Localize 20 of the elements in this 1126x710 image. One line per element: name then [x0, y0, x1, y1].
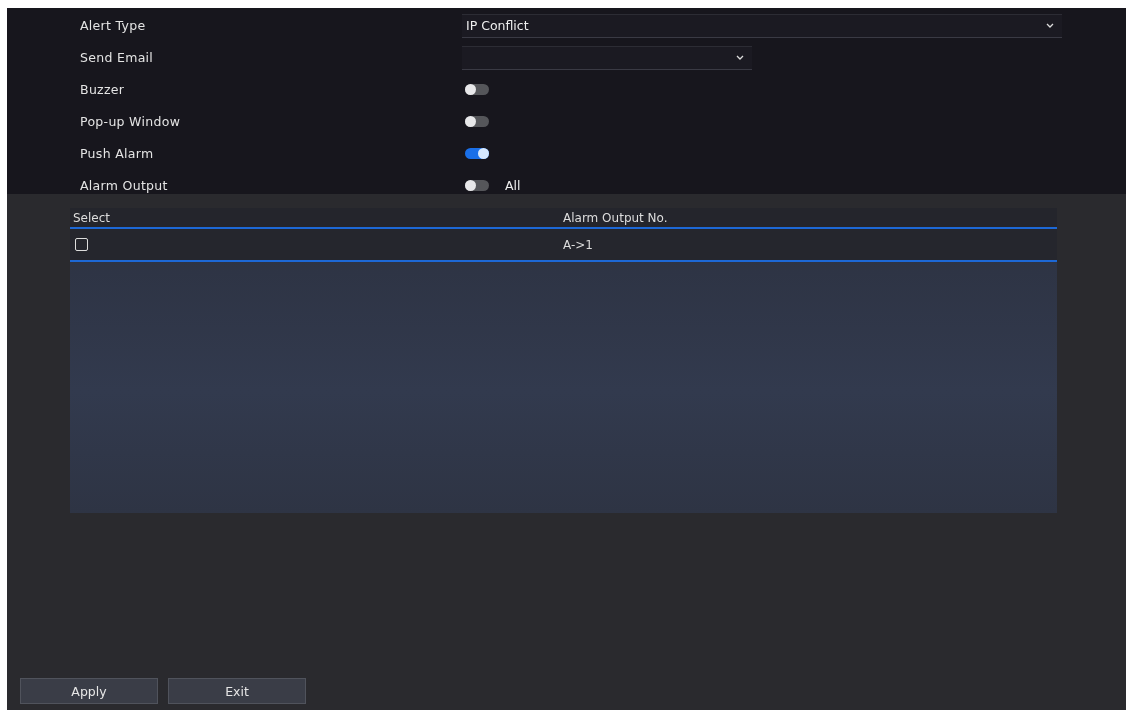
- column-header: Select: [73, 210, 112, 225]
- field-label: Send Email: [79, 50, 155, 65]
- action-button[interactable]: Apply: [20, 678, 158, 704]
- checkbox[interactable]: [75, 238, 88, 251]
- chevron-down-icon: [736, 55, 744, 60]
- field-label: Alarm Output: [79, 178, 169, 193]
- toggle-switch[interactable]: [465, 180, 489, 191]
- action-button[interactable]: Exit: [168, 678, 306, 704]
- toggle-switch[interactable]: [465, 84, 489, 95]
- field-label: Alert Type: [79, 18, 147, 33]
- table-cell-text: A->1: [563, 237, 594, 252]
- dropdown[interactable]: IP Conflict: [462, 13, 1062, 38]
- field-label: Pop-up Window: [79, 114, 182, 129]
- toggle-label: All: [505, 178, 521, 193]
- column-header: Alarm Output No.: [563, 210, 669, 225]
- chevron-down-icon: [1046, 23, 1054, 28]
- field-label: Push Alarm: [79, 146, 155, 161]
- toggle-switch[interactable]: [465, 116, 489, 127]
- field-label: Buzzer: [79, 82, 126, 97]
- toggle-switch[interactable]: [465, 148, 489, 159]
